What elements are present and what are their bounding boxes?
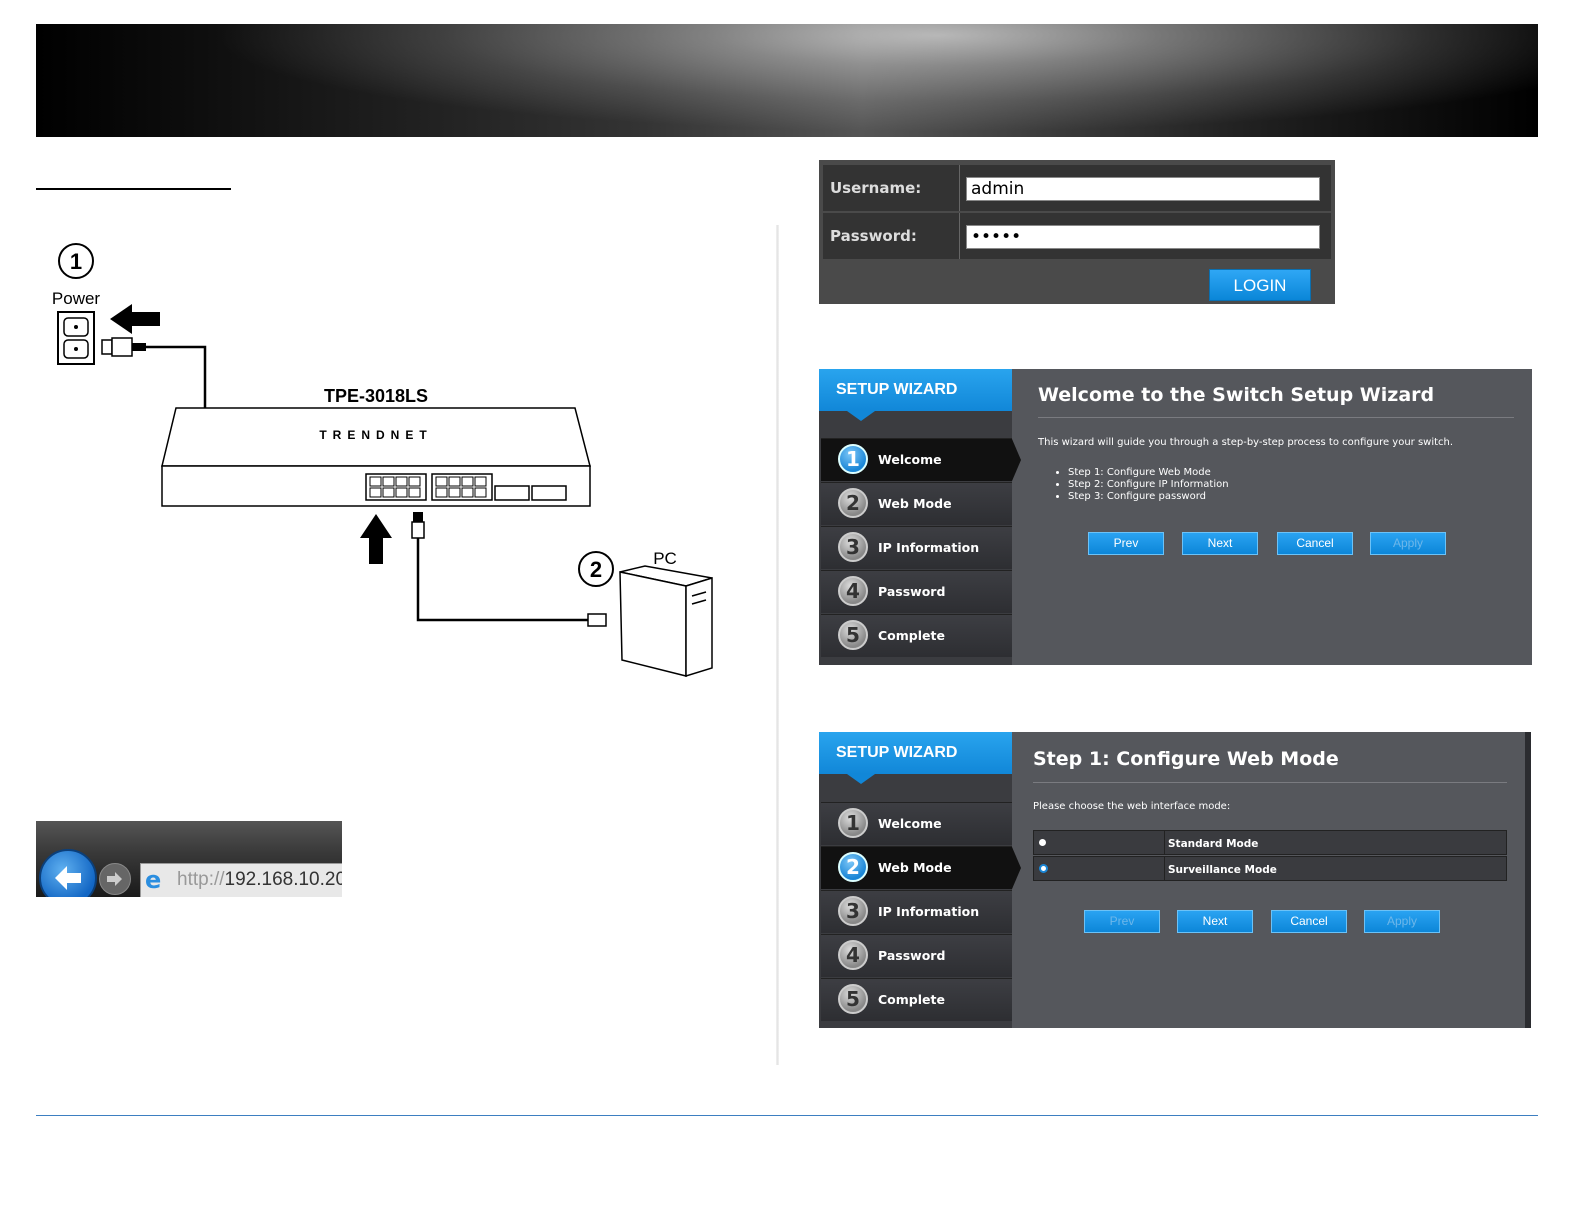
step-label: Welcome: [878, 452, 942, 467]
login-panel: Username: Password: LOGIN: [819, 160, 1335, 304]
connection-diagram: 1 Power TPE-3018LS TRENDNET 2 PC: [52, 243, 713, 678]
list-item: Step 1: Configure Web Mode: [1068, 467, 1229, 479]
step2-number: 2: [590, 557, 602, 582]
column-divider: [776, 225, 779, 1065]
step-number-badge: 4: [838, 940, 868, 970]
wizard-title: Welcome to the Switch Setup Wizard: [1038, 384, 1435, 406]
step-number-badge: 3: [838, 896, 868, 926]
next-button[interactable]: Next: [1182, 532, 1258, 555]
url-scheme: http://: [177, 869, 225, 890]
step-label: Complete: [878, 628, 945, 643]
apply-button[interactable]: Apply: [1370, 532, 1446, 555]
wizard-step-password[interactable]: 4 Password: [821, 570, 1012, 613]
password-label: Password:: [830, 227, 917, 245]
option-standard-mode[interactable]: Standard Mode: [1033, 830, 1507, 855]
next-button[interactable]: Next: [1177, 910, 1253, 933]
step-label: IP Information: [878, 540, 980, 555]
radio-standard-mode[interactable]: [1039, 839, 1046, 846]
power-outlet-icon: [57, 311, 95, 365]
password-row: Password:: [823, 213, 1331, 259]
step-label: Web Mode: [878, 860, 952, 875]
login-button[interactable]: LOGIN: [1209, 269, 1311, 301]
password-input[interactable]: [966, 225, 1320, 249]
step-number-badge: 2: [838, 852, 868, 882]
arrow-left-icon: [55, 866, 81, 890]
step-label: Web Mode: [878, 496, 952, 511]
forward-button[interactable]: [99, 863, 131, 895]
wizard-step-welcome[interactable]: 1 Welcome: [821, 802, 1012, 845]
step-label: Complete: [878, 992, 945, 1007]
wizard-step-list: Step 1: Configure Web Mode Step 2: Confi…: [1054, 467, 1229, 503]
step-label: Welcome: [878, 816, 942, 831]
wizard-step-ip-information[interactable]: 3 IP Information: [821, 526, 1012, 569]
step-number-badge: 5: [838, 620, 868, 650]
step-number-badge: 5: [838, 984, 868, 1014]
step-number-badge: 4: [838, 576, 868, 606]
pc-tower-icon: [619, 565, 713, 678]
username-label: Username:: [830, 179, 922, 197]
cancel-button[interactable]: Cancel: [1271, 910, 1347, 933]
wizard-step-web-mode[interactable]: 2 Web Mode: [821, 482, 1012, 525]
wizard-step-complete[interactable]: 5 Complete: [821, 614, 1012, 657]
arrow-right-icon: [107, 872, 122, 886]
switch-device: TRENDNET: [161, 407, 591, 507]
browser-address-bar: e http://192.168.10.200: [36, 821, 342, 897]
power-plug-icon: [101, 337, 146, 357]
section-underline: [36, 188, 231, 190]
step-label: IP Information: [878, 904, 980, 919]
option-label: Surveillance Mode: [1168, 864, 1277, 876]
list-item: Step 2: Configure IP Information: [1068, 479, 1229, 491]
setup-wizard-web-mode: SETUP WIZARD 1 Welcome 2 Web Mode 3 IP Info…: [819, 732, 1531, 1028]
wizard-header: SETUP WIZARD: [819, 732, 1012, 774]
footer-rule: [36, 1115, 1538, 1116]
ethernet-plug-icon: [411, 512, 425, 539]
header-banner: [36, 24, 1538, 137]
power-cable: [146, 345, 207, 408]
step-label: Password: [878, 584, 946, 599]
ie-logo-icon: e: [145, 866, 162, 894]
back-button[interactable]: [39, 849, 97, 897]
apply-button[interactable]: Apply: [1364, 910, 1440, 933]
wizard-step-password[interactable]: 4 Password: [821, 934, 1012, 977]
step-number-badge: 2: [838, 488, 868, 518]
wizard-step-welcome[interactable]: 1 Welcome: [821, 438, 1021, 481]
arrow-up-icon: [360, 514, 392, 564]
wizard-intro: Please choose the web interface mode:: [1033, 801, 1231, 812]
brand-logo: TRENDNET: [319, 428, 432, 442]
prev-button[interactable]: Prev: [1084, 910, 1160, 933]
pc-label: PC: [653, 549, 677, 568]
wizard-step-web-mode[interactable]: 2 Web Mode: [821, 846, 1021, 889]
username-input[interactable]: [966, 177, 1320, 201]
wizard-step-complete[interactable]: 5 Complete: [821, 978, 1012, 1021]
url-text: http://192.168.10.200: [177, 868, 342, 892]
step-number-badge: 1: [838, 444, 868, 474]
wizard-title: Step 1: Configure Web Mode: [1033, 748, 1339, 770]
ethernet-cable: [416, 538, 588, 622]
wizard-header: SETUP WIZARD: [819, 369, 1012, 411]
url-host: 192.168.10.200: [224, 869, 342, 890]
prev-button[interactable]: Prev: [1088, 532, 1164, 555]
step-label: Password: [878, 948, 946, 963]
wizard-intro: This wizard will guide you through a ste…: [1038, 437, 1454, 448]
option-surveillance-mode[interactable]: Surveillance Mode: [1033, 856, 1507, 881]
url-field[interactable]: e http://192.168.10.200: [140, 863, 342, 897]
step1-number: 1: [70, 249, 82, 274]
username-row: Username:: [823, 165, 1331, 211]
arrow-left-icon: [110, 304, 160, 334]
step-number-badge: 1: [838, 808, 868, 838]
list-item: Step 3: Configure password: [1068, 491, 1229, 503]
wizard-step-ip-information[interactable]: 3 IP Information: [821, 890, 1012, 933]
model-label: TPE-3018LS: [324, 386, 428, 406]
option-label: Standard Mode: [1168, 838, 1259, 850]
setup-wizard-welcome: SETUP WIZARD 1 Welcome 2 Web Mode 3 IP Info…: [819, 369, 1532, 665]
cancel-button[interactable]: Cancel: [1277, 532, 1353, 555]
radio-surveillance-mode[interactable]: [1039, 864, 1048, 873]
step-number-badge: 3: [838, 532, 868, 562]
power-label: Power: [52, 289, 101, 308]
